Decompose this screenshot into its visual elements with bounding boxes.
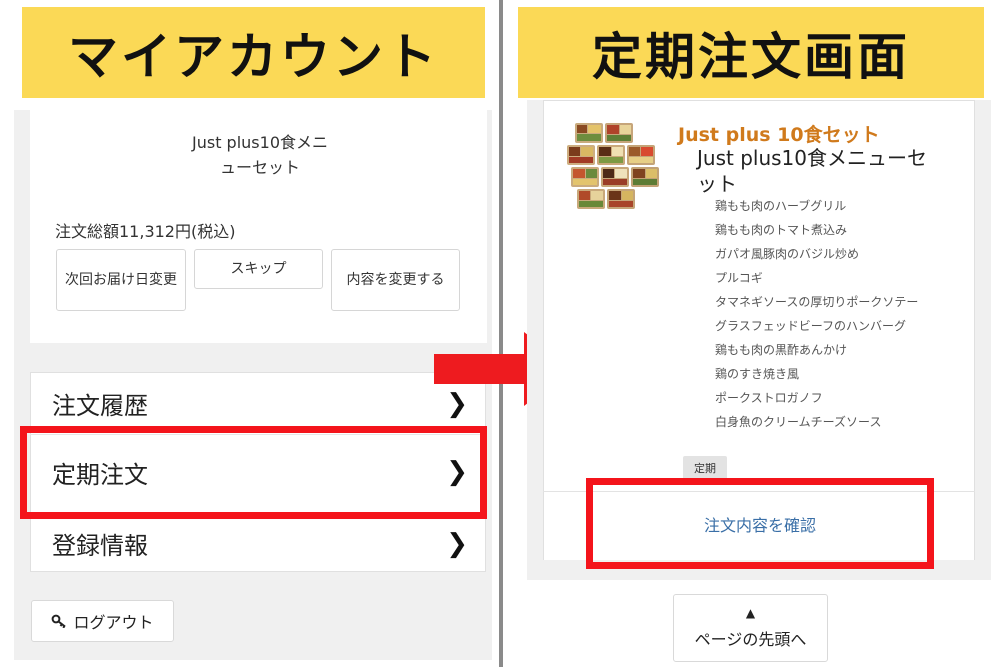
banner-my-account: マイアカウント <box>22 7 485 98</box>
banner-regular-order: 定期注文画面 <box>518 7 984 98</box>
card-separator <box>543 491 975 492</box>
dish-item: 鶏もも肉のトマト煮込み <box>715 223 848 237</box>
chevron-right-icon: ❯ <box>446 457 468 487</box>
menu-title: Just plus10食メニューセット <box>697 146 927 196</box>
meal-set-image <box>567 123 659 209</box>
menu-item-label: 登録情報 <box>52 532 148 560</box>
banner-title: マイアカウント <box>68 27 439 86</box>
menu-item-label: 注文履歴 <box>52 392 148 420</box>
skip-button[interactable]: スキップ <box>194 249 323 289</box>
change-contents-button[interactable]: 内容を変更する <box>331 249 460 311</box>
dish-item: ガパオ風豚肉のバジル炒め <box>715 247 860 261</box>
dish-item: ポークストロガノフ <box>715 391 823 405</box>
menu-item-label: 定期注文 <box>52 460 148 489</box>
page-top-label: ページの先頭へ <box>694 630 807 649</box>
set-title: Just plus 10食セット <box>678 124 880 146</box>
page-top-button[interactable]: ▲ ページの先頭へ <box>673 594 828 662</box>
dish-item: タマネギソースの厚切りポークソテー <box>715 295 919 309</box>
banner-title: 定期注文画面 <box>592 27 910 86</box>
triangle-up-icon: ▲ <box>745 606 756 620</box>
dish-item: 白身魚のクリームチーズソース <box>715 415 882 429</box>
dish-item: 鶏もも肉のハーブグリル <box>715 199 847 213</box>
menu-item-order-history[interactable]: 注文履歴 ❯ <box>30 373 486 435</box>
dish-item: 鶏のすき焼き風 <box>715 367 800 381</box>
order-total: 注文総額11,312円(税込) <box>55 222 236 241</box>
dish-item: グラスフェッドビーフのハンバーグ <box>715 319 907 333</box>
chevron-right-icon: ❯ <box>446 528 468 559</box>
subscription-tag: 定期 <box>683 456 727 480</box>
card-top-border <box>543 100 975 101</box>
change-next-delivery-button[interactable]: 次回お届け日変更 <box>56 249 186 311</box>
dish-item: 鶏もも肉の黒酢あんかけ <box>715 343 848 357</box>
menu-item-regular-order[interactable]: 定期注文 ❯ <box>30 441 486 503</box>
logout-label: ログアウト <box>73 613 154 632</box>
logout-button[interactable]: ログアウト <box>31 600 174 642</box>
dish-list: 鶏もも肉のハーブグリル 鶏もも肉のトマト煮込み ガパオ風豚肉のバジル炒め プルコ… <box>715 198 918 438</box>
confirm-order-link[interactable]: 注文内容を確認 <box>640 512 880 536</box>
product-name: Just plus10食メニューセット <box>192 133 328 177</box>
menu-item-registration-info[interactable]: 登録情報 ❯ <box>30 512 486 574</box>
key-icon <box>52 614 67 628</box>
dish-item: プルコギ <box>715 271 763 285</box>
